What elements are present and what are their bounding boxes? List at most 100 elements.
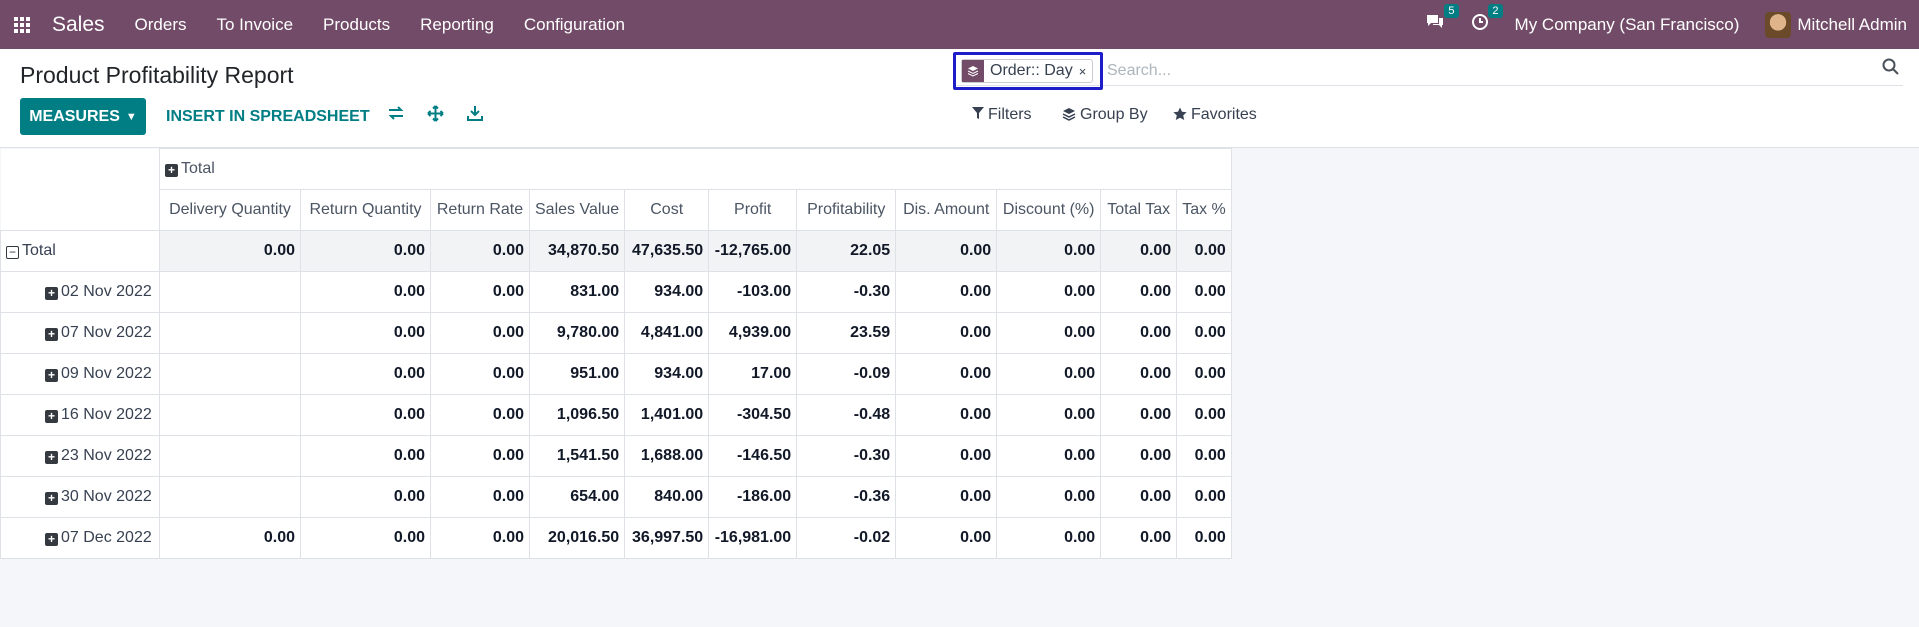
table-cell[interactable]: -0.30 [796,271,897,313]
table-cell[interactable]: 0.00 [1100,476,1178,518]
menu-configuration[interactable]: Configuration [524,15,625,35]
table-cell[interactable]: 0.00 [895,230,998,272]
table-cell[interactable]: -12,765.00 [708,230,798,272]
row-header-date[interactable]: +16 Nov 2022 [0,394,160,436]
table-cell[interactable]: 0.00 [300,517,431,559]
table-cell[interactable]: 0.00 [159,230,301,272]
table-cell[interactable]: 47,635.50 [624,230,710,272]
table-cell[interactable]: -0.30 [796,435,897,477]
table-cell[interactable]: 0.00 [1176,435,1232,477]
measure-header[interactable]: Total Tax [1100,189,1178,231]
table-cell[interactable]: 0.00 [430,517,530,559]
table-cell[interactable]: 654.00 [528,476,626,518]
table-cell[interactable]: 0.00 [300,353,431,395]
table-cell[interactable]: 0.00 [996,435,1102,477]
expand-all-icon[interactable] [427,105,444,127]
table-cell[interactable]: 0.00 [1176,394,1232,436]
table-cell[interactable]: -146.50 [708,435,798,477]
table-cell[interactable]: -0.09 [796,353,897,395]
table-cell[interactable]: 0.00 [895,394,998,436]
table-cell[interactable]: 0.00 [430,353,530,395]
table-cell[interactable]: 22.05 [796,230,897,272]
row-header-date[interactable]: +30 Nov 2022 [0,476,160,518]
table-cell[interactable]: 0.00 [895,353,998,395]
table-cell[interactable]: 0.00 [430,394,530,436]
table-cell[interactable]: 0.00 [895,271,998,313]
measure-header[interactable]: Sales Value [528,189,626,231]
insert-spreadsheet-button[interactable]: INSERT IN SPREADSHEET [166,98,370,135]
row-header-date[interactable]: +07 Nov 2022 [0,312,160,354]
company-switcher[interactable]: My Company (San Francisco) [1515,15,1740,35]
search-input[interactable] [1105,58,1885,84]
table-cell[interactable]: 0.00 [1176,312,1232,354]
table-cell[interactable]: 934.00 [624,353,710,395]
user-menu[interactable]: Mitchell Admin [1797,15,1907,35]
table-cell[interactable]: 0.00 [1176,230,1232,272]
table-cell[interactable]: 0.00 [895,435,998,477]
table-cell[interactable]: 17.00 [708,353,798,395]
table-cell[interactable] [159,271,301,313]
measure-header[interactable]: Return Rate [430,189,530,231]
table-cell[interactable]: -0.36 [796,476,897,518]
measure-header[interactable]: Profit [708,189,798,231]
table-cell[interactable]: 0.00 [895,312,998,354]
measure-header[interactable]: Discount (%) [996,189,1102,231]
table-cell[interactable]: 0.00 [1100,394,1178,436]
table-cell[interactable]: 0.00 [996,476,1102,518]
table-cell[interactable]: 0.00 [430,230,530,272]
flip-axis-icon[interactable] [387,105,405,126]
table-cell[interactable]: 1,688.00 [624,435,710,477]
table-cell[interactable] [159,476,301,518]
table-cell[interactable]: 0.00 [430,271,530,313]
table-cell[interactable] [159,312,301,354]
table-cell[interactable]: 831.00 [528,271,626,313]
measure-header[interactable]: Tax % [1176,189,1232,231]
table-cell[interactable]: 0.00 [430,312,530,354]
table-cell[interactable]: 0.00 [1176,476,1232,518]
table-cell[interactable]: 0.00 [996,394,1102,436]
table-cell[interactable] [159,394,301,436]
row-header-date[interactable]: +09 Nov 2022 [0,353,160,395]
table-cell[interactable]: 0.00 [300,394,431,436]
search-icon[interactable] [1882,58,1899,80]
table-cell[interactable]: 0.00 [1100,353,1178,395]
table-cell[interactable]: -0.02 [796,517,897,559]
messages-icon[interactable]: 5 [1425,4,1459,36]
menu-reporting[interactable]: Reporting [420,15,494,35]
table-cell[interactable]: 0.00 [996,353,1102,395]
table-cell[interactable]: 0.00 [1176,271,1232,313]
row-header-total[interactable]: − Total [0,230,160,272]
table-cell[interactable]: 1,541.50 [528,435,626,477]
table-cell[interactable]: 951.00 [528,353,626,395]
filters-button[interactable]: Filters [972,106,1032,124]
table-cell[interactable]: 23.59 [796,312,897,354]
measures-button[interactable]: MEASURES ▼ [20,98,146,135]
table-cell[interactable]: 0.00 [1100,517,1178,559]
table-cell[interactable]: 0.00 [300,230,431,272]
table-cell[interactable]: 0.00 [1176,517,1232,559]
table-cell[interactable]: -0.48 [796,394,897,436]
table-cell[interactable]: 0.00 [300,476,431,518]
table-cell[interactable]: 1,401.00 [624,394,710,436]
group-by-button[interactable]: Group By [1062,106,1148,124]
download-icon[interactable] [467,105,483,126]
table-cell[interactable]: 0.00 [300,312,431,354]
table-cell[interactable]: 0.00 [1176,353,1232,395]
measure-header[interactable]: Cost [624,189,710,231]
table-cell[interactable]: -304.50 [708,394,798,436]
table-cell[interactable]: 34,870.50 [528,230,626,272]
table-cell[interactable] [159,353,301,395]
table-cell[interactable]: 0.00 [1100,271,1178,313]
table-cell[interactable]: 0.00 [996,271,1102,313]
table-cell[interactable]: 840.00 [624,476,710,518]
favorites-button[interactable]: Favorites [1173,106,1257,124]
table-cell[interactable]: 0.00 [996,517,1102,559]
table-cell[interactable]: 0.00 [1100,435,1178,477]
table-cell[interactable]: 36,997.50 [624,517,710,559]
table-cell[interactable]: 0.00 [895,517,998,559]
table-cell[interactable]: 20,016.50 [528,517,626,559]
col-header-total[interactable]: + Total [159,148,1232,190]
table-cell[interactable]: 0.00 [300,435,431,477]
table-cell[interactable]: 1,096.50 [528,394,626,436]
table-cell[interactable] [159,435,301,477]
